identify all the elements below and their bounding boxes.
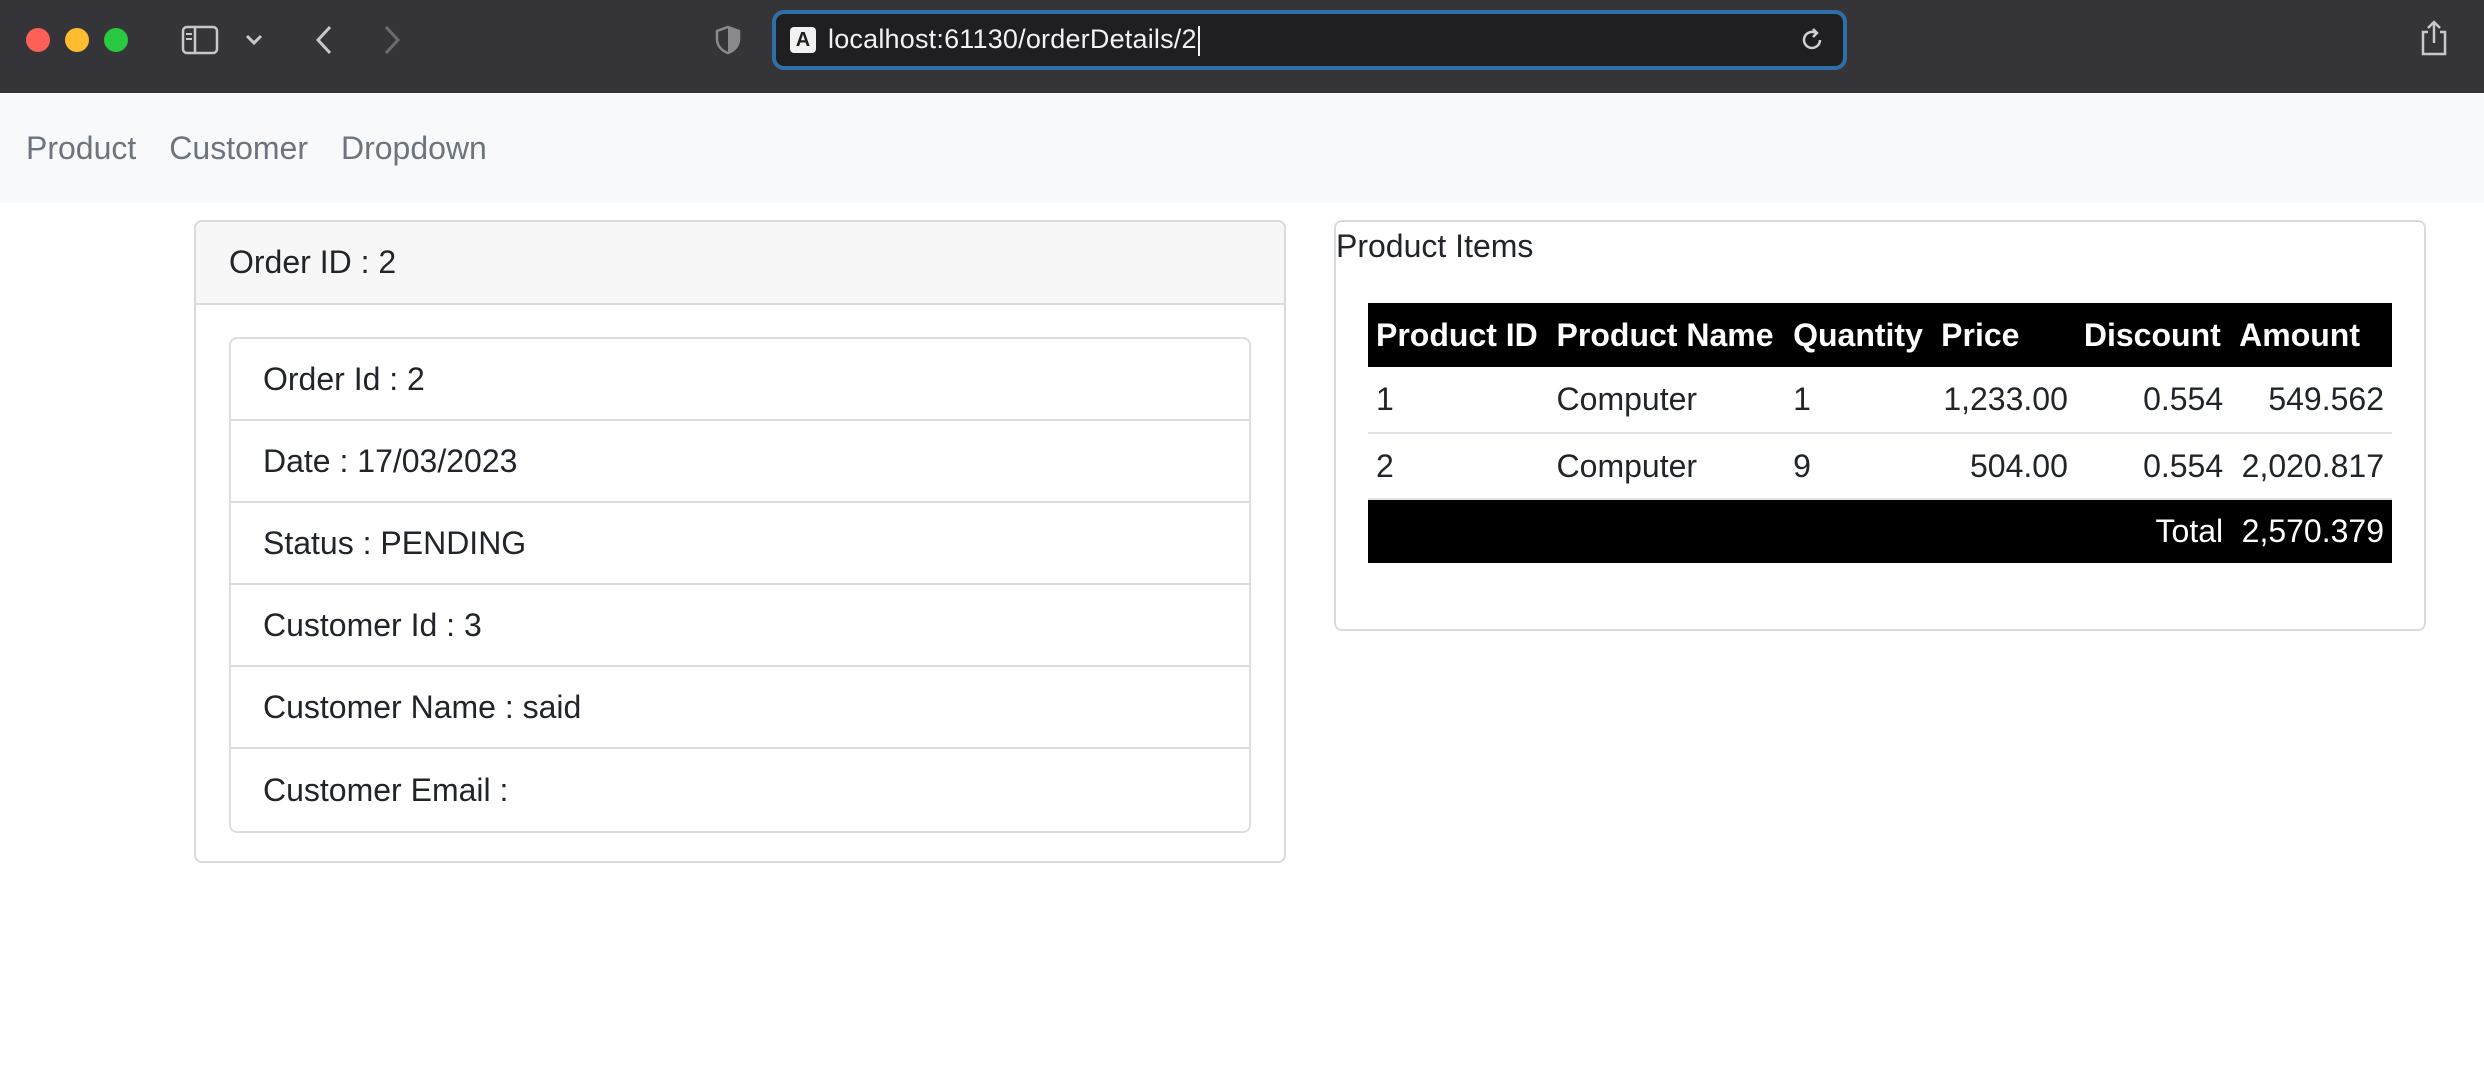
reload-icon[interactable] [1795,23,1829,57]
address-bar[interactable]: A localhost:61130/orderDetails/2 [772,10,1847,70]
order-id-field: Order Id : 2 [231,339,1249,421]
table-row: 1 Computer 1 1,233.00 0.554 549.562 [1368,367,2392,434]
product-items-table: Product ID Product Name Quantity Price D… [1368,303,2392,563]
chevron-down-icon[interactable] [240,26,268,54]
total-label: Total [1368,499,2232,563]
customer-email-field: Customer Email : [263,771,509,808]
cell-product-id: 2 [1368,433,1549,500]
top-navbar: Product Customer Dropdown [0,93,2484,203]
nav-link-product[interactable]: Product [26,130,136,167]
column-header-discount: Discount [2075,303,2232,367]
close-window-button[interactable] [26,28,50,52]
table-row: 2 Computer 9 504.00 0.554 2,020.817 [1368,433,2392,500]
forward-arrow-icon[interactable] [374,22,410,58]
table-header-row: Product ID Product Name Quantity Price D… [1368,303,2392,367]
order-date-field: Date : 17/03/2023 [231,421,1249,503]
product-items-title: Product Items [1336,228,1534,264]
nav-link-customer[interactable]: Customer [169,130,308,167]
cell-price: 1,233.00 [1933,367,2076,434]
product-items-card: Product Items Product ID Product Name Qu… [1334,220,2426,631]
cell-product-name: Computer [1548,367,1786,434]
customer-name-field: Customer Name : said [231,667,1249,749]
column-header-quantity: Quantity [1785,303,1934,367]
site-favicon-icon: A [790,27,816,53]
share-icon[interactable] [2414,16,2454,60]
cell-quantity: 1 [1785,367,1934,434]
order-details-list: Order Id : 2 Date : 17/03/2023 Status : … [229,337,1251,833]
sidebar-toggle-icon[interactable] [180,22,220,58]
column-header-product-id: Product ID [1368,303,1549,367]
customer-id-field: Customer Id : 3 [231,585,1249,667]
cell-product-name: Computer [1548,433,1786,500]
browser-toolbar: A localhost:61130/orderDetails/2 [0,0,2484,93]
total-row: Total 2,570.379 [1368,499,2392,563]
text-cursor [1197,25,1200,56]
cell-amount: 2,020.817 [2231,433,2392,500]
cell-amount: 549.562 [2231,367,2392,434]
order-status-field: Status : PENDING [231,503,1249,585]
cell-price: 504.00 [1933,433,2076,500]
order-card: Order ID : 2 Order Id : 2 Date : 17/03/2… [194,220,1286,863]
url-text: localhost:61130/orderDetails/2 [828,24,1197,55]
privacy-shield-icon[interactable] [710,22,746,58]
cell-quantity: 9 [1785,433,1934,500]
maximize-window-button[interactable] [104,28,128,52]
order-card-header: Order ID : 2 [196,222,1284,305]
column-header-price: Price [1933,303,2076,367]
nav-link-dropdown[interactable]: Dropdown [341,130,487,167]
minimize-window-button[interactable] [65,28,89,52]
cell-discount: 0.554 [2075,367,2232,434]
cell-discount: 0.554 [2075,433,2232,500]
cell-product-id: 1 [1368,367,1549,434]
column-header-product-name: Product Name [1548,303,1786,367]
total-value: 2,570.379 [2231,499,2392,563]
back-arrow-icon[interactable] [306,22,342,58]
column-header-amount: Amount [2231,303,2392,367]
